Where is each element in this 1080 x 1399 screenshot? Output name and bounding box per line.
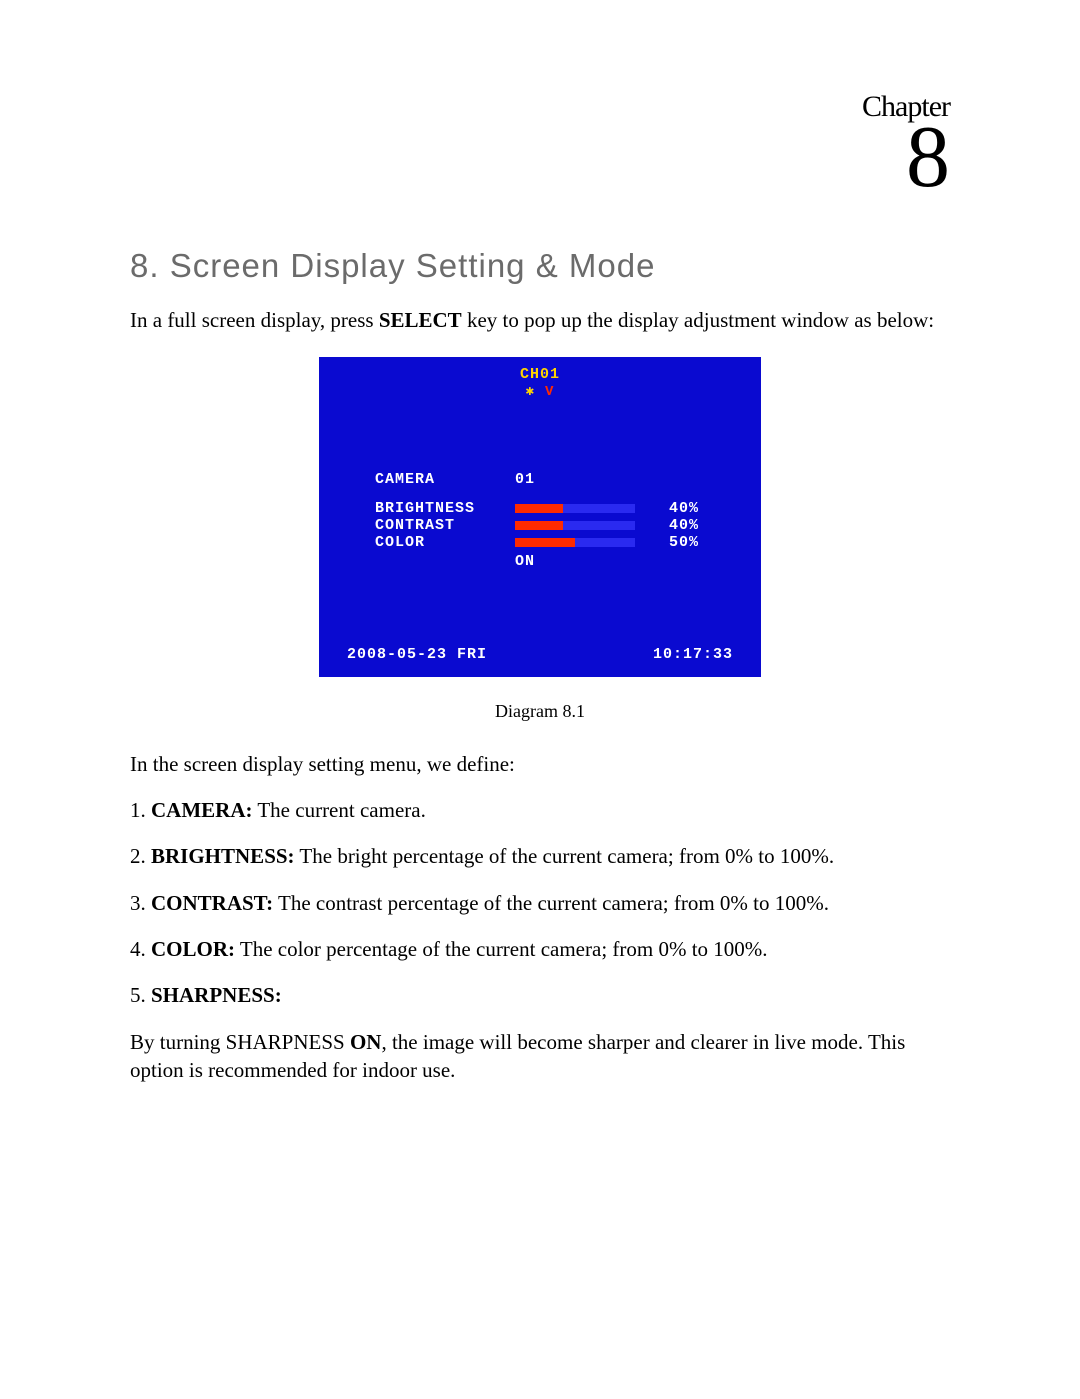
chapter-block: Chapter 8 bbox=[130, 90, 950, 197]
osd-header: CH01 ✱ V bbox=[347, 367, 733, 401]
osd-body: CAMERA 01 BRIGHTNESS 40% CONTRAST 40% CO… bbox=[375, 471, 733, 570]
osd-row-brightness: BRIGHTNESS 40% bbox=[375, 500, 733, 517]
osd-camera-label: CAMERA bbox=[375, 471, 515, 488]
osd-color-pct: 50% bbox=[653, 534, 699, 551]
osd-contrast-fill bbox=[515, 521, 563, 530]
page: Chapter 8 8. Screen Display Setting & Mo… bbox=[0, 0, 1080, 1202]
osd-color-label: COLOR bbox=[375, 534, 515, 551]
v-icon: V bbox=[545, 385, 554, 400]
osd-brightness-pct: 40% bbox=[653, 500, 699, 517]
intro-key: SELECT bbox=[379, 308, 462, 332]
page-title: 8. Screen Display Setting & Mode bbox=[130, 247, 950, 285]
intro-paragraph: In a full screen display, press SELECT k… bbox=[130, 306, 950, 334]
chapter-number: 8 bbox=[130, 118, 950, 197]
def-term: CONTRAST: bbox=[151, 891, 273, 915]
diagram-caption: Diagram 8.1 bbox=[130, 701, 950, 722]
osd-icons: ✱ V bbox=[347, 385, 733, 400]
def-num: 4. bbox=[130, 937, 146, 961]
osd-row-contrast: CONTRAST 40% bbox=[375, 517, 733, 534]
intro-post: key to pop up the display adjustment win… bbox=[462, 308, 934, 332]
def-desc: The color percentage of the current came… bbox=[235, 937, 768, 961]
def-camera: 1. CAMERA: The current camera. bbox=[130, 796, 950, 824]
def-desc: The current camera. bbox=[252, 798, 425, 822]
def-term: SHARPNESS: bbox=[151, 983, 282, 1007]
sharpness-key: ON bbox=[350, 1030, 382, 1054]
def-brightness: 2. BRIGHTNESS: The bright percentage of … bbox=[130, 842, 950, 870]
diagram-wrap: CH01 ✱ V CAMERA 01 BRIGHTNESS 40% CONTRA bbox=[130, 357, 950, 677]
intro-pre: In a full screen display, press bbox=[130, 308, 379, 332]
sharpness-pre: By turning SHARPNESS bbox=[130, 1030, 350, 1054]
def-num: 3. bbox=[130, 891, 146, 915]
def-contrast: 3. CONTRAST: The contrast percentage of … bbox=[130, 889, 950, 917]
def-num: 1. bbox=[130, 798, 146, 822]
osd-contrast-bar bbox=[515, 521, 635, 530]
osd-screen: CH01 ✱ V CAMERA 01 BRIGHTNESS 40% CONTRA bbox=[319, 357, 761, 677]
def-desc: The contrast percentage of the current c… bbox=[273, 891, 829, 915]
def-term: BRIGHTNESS: bbox=[151, 844, 295, 868]
osd-row-color: COLOR 50% bbox=[375, 534, 733, 551]
def-num: 2. bbox=[130, 844, 146, 868]
osd-channel: CH01 bbox=[347, 367, 733, 384]
osd-color-fill bbox=[515, 538, 575, 547]
def-num: 5. bbox=[130, 983, 146, 1007]
sharpness-note: By turning SHARPNESS ON, the image will … bbox=[130, 1028, 950, 1085]
osd-brightness-bar bbox=[515, 504, 635, 513]
def-term: COLOR: bbox=[151, 937, 235, 961]
osd-contrast-label: CONTRAST bbox=[375, 517, 515, 534]
osd-time: 10:17:33 bbox=[653, 646, 733, 663]
osd-brightness-label: BRIGHTNESS bbox=[375, 500, 515, 517]
def-desc: The bright percentage of the current cam… bbox=[295, 844, 835, 868]
osd-color-bar bbox=[515, 538, 635, 547]
osd-on-label: ON bbox=[515, 553, 733, 570]
osd-contrast-pct: 40% bbox=[653, 517, 699, 534]
osd-row-camera: CAMERA 01 bbox=[375, 471, 733, 488]
def-term: CAMERA: bbox=[151, 798, 252, 822]
osd-footer: 2008-05-23 FRI 10:17:33 bbox=[347, 646, 733, 663]
defs-intro: In the screen display setting menu, we d… bbox=[130, 750, 950, 778]
osd-date: 2008-05-23 FRI bbox=[347, 646, 487, 663]
star-icon: ✱ bbox=[526, 385, 535, 400]
def-sharpness: 5. SHARPNESS: bbox=[130, 981, 950, 1009]
osd-brightness-fill bbox=[515, 504, 563, 513]
definitions-list: 1. CAMERA: The current camera. 2. BRIGHT… bbox=[130, 796, 950, 1010]
def-color: 4. COLOR: The color percentage of the cu… bbox=[130, 935, 950, 963]
osd-camera-value: 01 bbox=[515, 471, 555, 488]
